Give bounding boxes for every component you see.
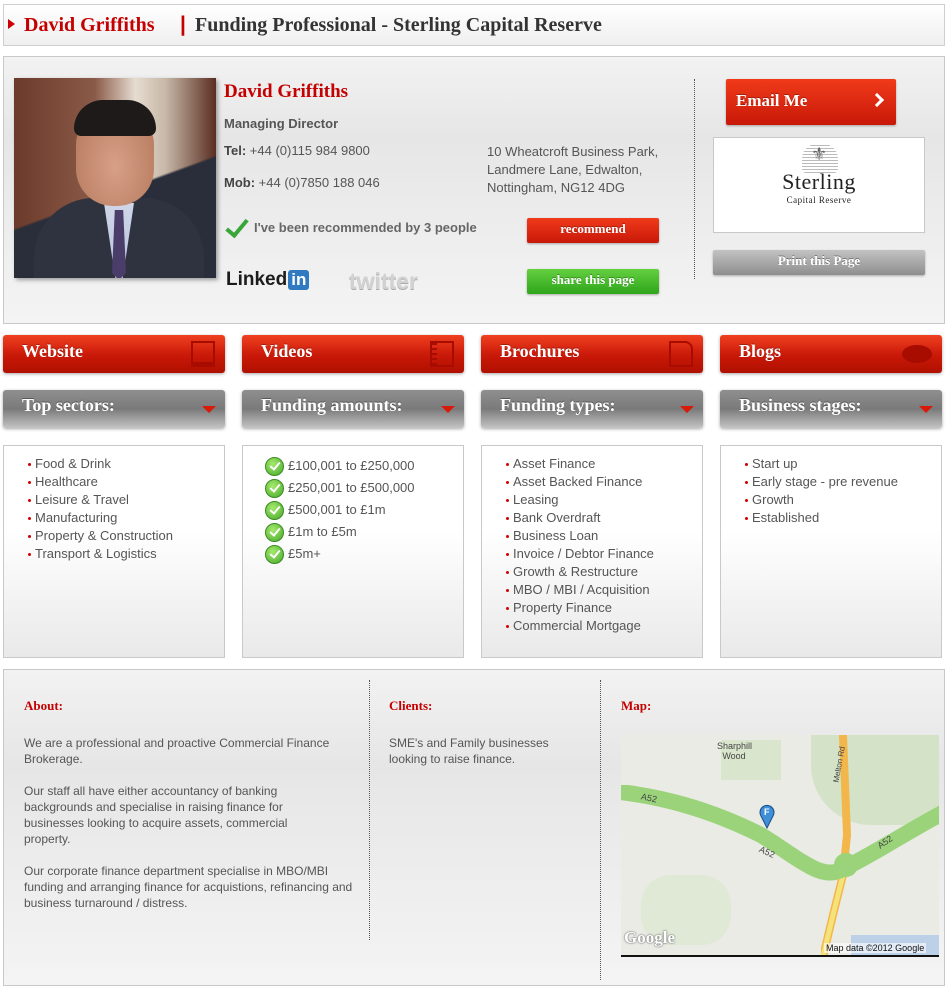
tab-videos[interactable]: Videos bbox=[242, 335, 464, 373]
about-paragraph: Our staff all have either accountancy of… bbox=[24, 784, 288, 846]
tab-blogs[interactable]: Blogs bbox=[720, 335, 942, 373]
list-item: Property & Construction bbox=[28, 527, 173, 545]
clients-heading: Clients: bbox=[389, 698, 433, 713]
google-logo: Google bbox=[624, 928, 675, 947]
check-circle-icon bbox=[265, 522, 284, 542]
filter-top-sectors[interactable]: Top sectors: bbox=[3, 390, 225, 428]
list-item: Growth bbox=[745, 491, 898, 509]
list-item: Bank Overdraft bbox=[506, 509, 654, 527]
list-item: Healthcare bbox=[28, 473, 173, 491]
checkmark-icon bbox=[224, 215, 248, 239]
linkedin-icon[interactable]: Linked in bbox=[226, 265, 326, 295]
divider bbox=[694, 79, 695, 279]
list-item: Start up bbox=[745, 455, 898, 473]
company-logo: Sterling Capital Reserve bbox=[713, 137, 925, 233]
amounts-list: £100,001 to £250,000 £250,001 to £500,00… bbox=[242, 445, 464, 658]
document-icon bbox=[669, 341, 693, 367]
chevron-right-icon bbox=[869, 92, 885, 108]
list-item: Commercial Mortgage bbox=[506, 617, 654, 635]
page-header: David Griffiths | Funding Professional -… bbox=[3, 4, 945, 46]
profile-role: Managing Director bbox=[224, 116, 339, 131]
check-circle-icon bbox=[265, 478, 284, 498]
profile-address: 10 Wheatcroft Business Park, Landmere La… bbox=[487, 144, 659, 195]
list-item: Business Loan bbox=[506, 527, 654, 545]
filter-funding-types[interactable]: Funding types: bbox=[481, 390, 703, 428]
chevron-down-icon bbox=[202, 406, 216, 413]
location-map[interactable]: Sharphill Wood A52 A52 A52 Melton Rd F G… bbox=[621, 735, 939, 957]
list-item: Leasing bbox=[506, 491, 654, 509]
tab-website[interactable]: Website bbox=[3, 335, 225, 373]
email-me-button[interactable]: Email Me bbox=[726, 79, 896, 125]
list-item: Asset Backed Finance bbox=[506, 473, 654, 491]
list-item: MBO / MBI / Acquisition bbox=[506, 581, 654, 599]
divider bbox=[369, 680, 370, 940]
recommendations-text: I've been recommended by 3 people bbox=[254, 219, 477, 235]
list-item: Leisure & Travel bbox=[28, 491, 173, 509]
list-item: £100,001 to £250,000 bbox=[265, 455, 415, 477]
list-item: £5m+ bbox=[265, 543, 415, 565]
list-item: Manufacturing bbox=[28, 509, 173, 527]
a52-road bbox=[621, 785, 939, 881]
map-attribution: Map data ©2012 Google bbox=[824, 943, 927, 953]
monitor-icon bbox=[191, 341, 215, 367]
profile-name: David Griffiths bbox=[224, 81, 349, 102]
filter-funding-amounts[interactable]: Funding amounts: bbox=[242, 390, 464, 428]
about-paragraph: We are a professional and proactive Comm… bbox=[24, 736, 330, 766]
twitter-icon[interactable]: twitter bbox=[349, 268, 418, 295]
chevron-down-icon bbox=[680, 406, 694, 413]
chevron-down-icon bbox=[441, 406, 455, 413]
map-pin-letter: F bbox=[764, 807, 770, 817]
list-item: £500,001 to £1m bbox=[265, 499, 415, 521]
profile-panel: David Griffiths Managing Director Tel: +… bbox=[3, 56, 945, 324]
list-item: £250,001 to £500,000 bbox=[265, 477, 415, 499]
recommendations: I've been recommended by 3 people bbox=[224, 215, 477, 239]
list-item: Property Finance bbox=[506, 599, 654, 617]
share-page-button[interactable]: share this page bbox=[527, 269, 659, 294]
list-item: Asset Finance bbox=[506, 455, 654, 473]
list-item: Growth & Restructure bbox=[506, 563, 654, 581]
about-paragraph: Our corporate finance department special… bbox=[24, 864, 353, 910]
list-item: Transport & Logistics bbox=[28, 545, 173, 563]
types-list: Asset Finance Asset Backed Finance Leasi… bbox=[481, 445, 703, 658]
sectors-list: Food & Drink Healthcare Leisure & Travel… bbox=[3, 445, 225, 658]
print-page-button[interactable]: Print this Page bbox=[713, 250, 925, 275]
check-circle-icon bbox=[265, 500, 284, 520]
film-icon bbox=[430, 341, 454, 367]
filter-business-stages[interactable]: Business stages: bbox=[720, 390, 942, 428]
header-title: Funding Professional - Sterling Capital … bbox=[195, 14, 602, 36]
header-arrow-icon bbox=[8, 19, 15, 29]
header-separator: | bbox=[180, 13, 186, 36]
header-name: David Griffiths bbox=[24, 14, 155, 36]
profile-photo bbox=[14, 78, 216, 278]
list-item: Established bbox=[745, 509, 898, 527]
tab-brochures[interactable]: Brochures bbox=[481, 335, 703, 373]
divider bbox=[600, 680, 601, 980]
check-circle-icon bbox=[265, 544, 284, 564]
map-label: Sharphill Wood bbox=[717, 741, 753, 761]
list-item: Invoice / Debtor Finance bbox=[506, 545, 654, 563]
list-item: Early stage - pre revenue bbox=[745, 473, 898, 491]
profile-mob: Mob: +44 (0)7850 188 046 bbox=[224, 175, 380, 190]
list-item: £1m to £5m bbox=[265, 521, 415, 543]
profile-tel: Tel: +44 (0)115 984 9800 bbox=[224, 143, 370, 158]
check-circle-icon bbox=[265, 456, 284, 476]
details-panel: About: We are a professional and proacti… bbox=[3, 669, 945, 986]
about-heading: About: bbox=[24, 698, 64, 713]
speech-bubble-icon bbox=[902, 345, 932, 363]
chevron-down-icon bbox=[919, 406, 933, 413]
clients-text: SME's and Family businesses looking to r… bbox=[389, 736, 549, 766]
list-item: Food & Drink bbox=[28, 455, 173, 473]
map-heading: Map: bbox=[621, 698, 652, 713]
stages-list: Start up Early stage - pre revenue Growt… bbox=[720, 445, 942, 658]
recommend-button[interactable]: recommend bbox=[527, 218, 659, 243]
